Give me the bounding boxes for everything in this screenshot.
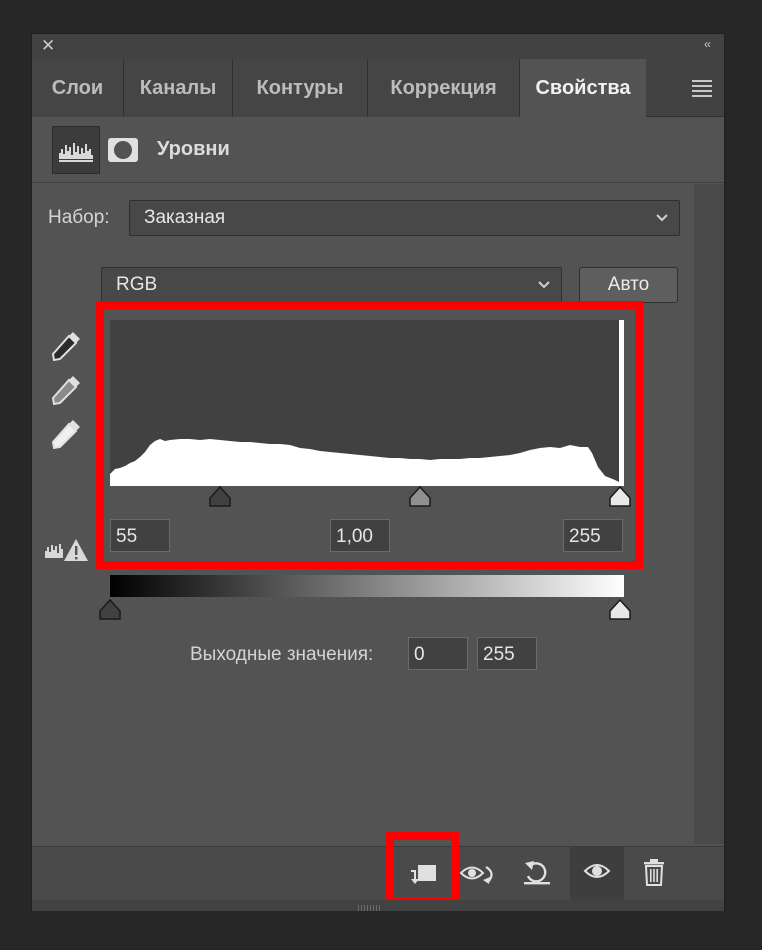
resize-grip[interactable] [32, 900, 724, 911]
channel-value: RGB [116, 274, 158, 295]
reset-icon[interactable] [510, 847, 564, 901]
gray-point-eyedropper-icon[interactable] [50, 372, 84, 406]
view-previous-state-icon[interactable] [452, 847, 506, 901]
preset-label: Набор: [48, 207, 110, 228]
properties-panel: ✕ ‹‹ Слои Каналы Контуры Коррекция Свойс… [31, 33, 725, 911]
output-levels-label: Выходные значения: [190, 644, 374, 665]
tab-properties[interactable]: Свойства [520, 59, 646, 117]
tab-bar: Слои Каналы Контуры Коррекция Свойства [32, 59, 724, 117]
white-point-eyedropper-icon[interactable] [50, 416, 84, 450]
preset-dropdown[interactable]: Заказная [129, 200, 680, 236]
visibility-eye-icon[interactable] [570, 847, 624, 901]
output-white-field[interactable]: 255 [477, 637, 537, 670]
tab-paths[interactable]: Контуры [233, 59, 368, 117]
layer-mask-icon[interactable] [108, 138, 138, 162]
adjustment-title: Уровни [157, 138, 230, 160]
channel-dropdown[interactable]: RGB [101, 267, 562, 303]
tab-adjustments[interactable]: Коррекция [368, 59, 520, 117]
close-icon[interactable]: ✕ [41, 36, 55, 56]
auto-button[interactable]: Авто [579, 267, 678, 303]
tab-layers[interactable]: Слои [32, 59, 124, 117]
collapse-icon[interactable]: ‹‹ [704, 37, 711, 51]
trash-icon[interactable] [628, 847, 682, 901]
scrollbar-track[interactable] [694, 184, 724, 844]
black-point-eyedropper-icon[interactable] [50, 328, 84, 362]
panel-menu-icon[interactable] [692, 80, 712, 100]
tab-channels[interactable]: Каналы [124, 59, 233, 117]
properties-header: Уровни [32, 117, 724, 183]
panel-titlebar: ✕ ‹‹ [32, 34, 724, 59]
output-black-slider[interactable] [98, 598, 122, 621]
histogram-highlight [96, 301, 643, 569]
preset-value: Заказная [144, 207, 226, 228]
output-gradient-bar [110, 575, 624, 597]
panel-footer [32, 846, 724, 901]
output-black-field[interactable]: 0 [408, 637, 468, 670]
levels-histogram-icon[interactable] [52, 126, 100, 174]
clip-button-highlight [386, 832, 459, 906]
clipping-warning-icon[interactable] [43, 534, 89, 564]
output-white-slider[interactable] [608, 598, 632, 621]
chevron-down-icon [655, 201, 669, 247]
